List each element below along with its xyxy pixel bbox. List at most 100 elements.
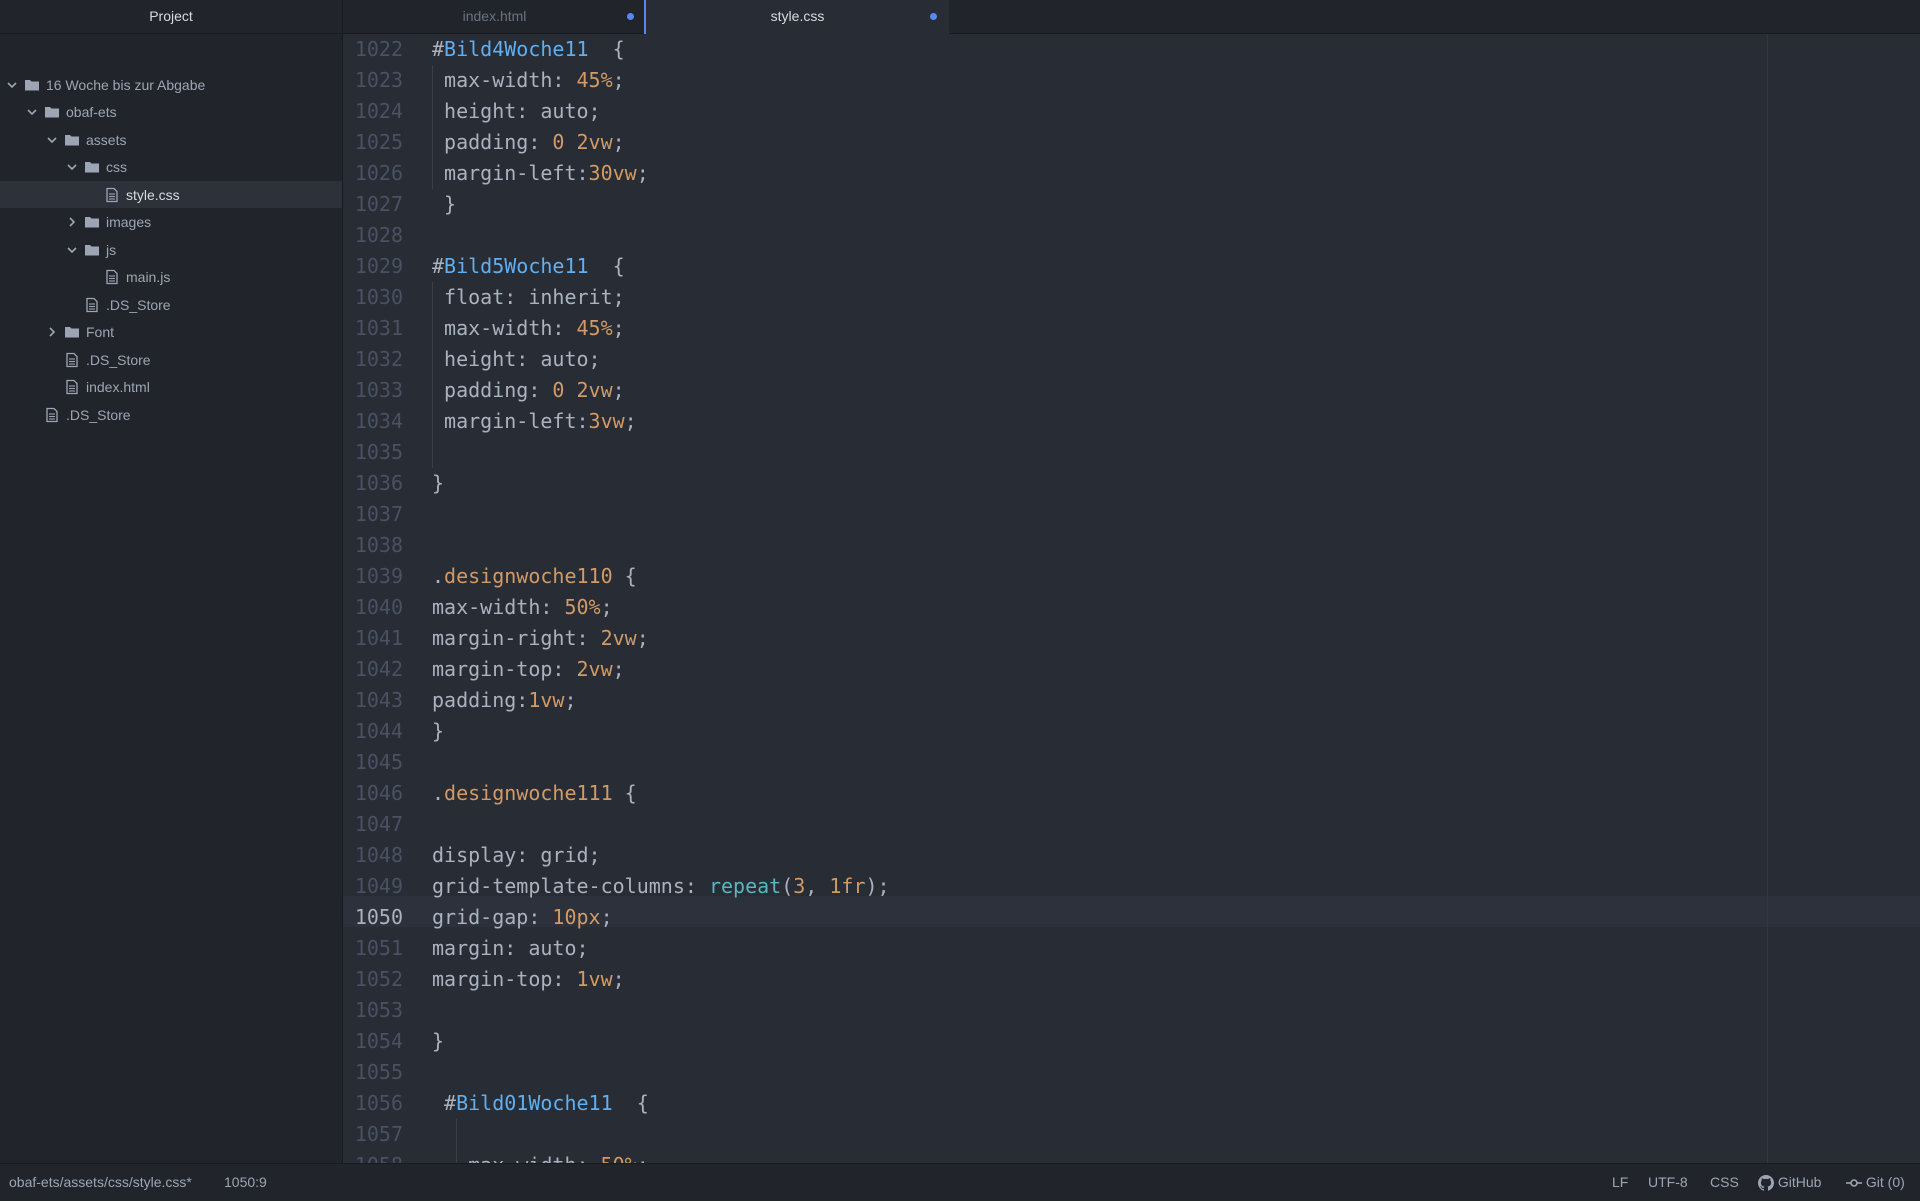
tree-item-label: main.js [126, 269, 171, 285]
code-line[interactable]: 1035 [343, 437, 1920, 468]
tree-item-label: css [106, 159, 127, 175]
code-line[interactable]: 1029 #Bild5Woche11 { [343, 251, 1920, 282]
code-line[interactable]: 1053 [343, 995, 1920, 1026]
tab-index-html[interactable]: index.html [343, 0, 646, 33]
line-number: 1028 [354, 223, 403, 247]
chevron-down-icon[interactable] [64, 242, 80, 258]
code-line[interactable]: 1034 margin-left:3vw; [343, 406, 1920, 437]
github-icon [1758, 1174, 1774, 1191]
code-line[interactable]: 1046 .designwoche111 { [343, 778, 1920, 809]
folder-icon [84, 214, 100, 230]
tree-file[interactable]: .DS_Store [0, 291, 342, 318]
code-line[interactable]: 1042 margin-top: 2vw; [343, 654, 1920, 685]
code-line[interactable]: 1043 padding:1vw; [343, 685, 1920, 716]
code-editor[interactable]: 1022 #Bild4Woche11 {1023 max-width: 45%; 1… [343, 34, 1920, 1163]
code-text: float: inherit; [432, 285, 625, 309]
line-number: 1032 [354, 347, 403, 371]
code-line[interactable]: 1026 margin-left:30vw; [343, 158, 1920, 189]
code-line[interactable]: 1047 [343, 809, 1920, 840]
line-number: 1050 [354, 905, 403, 929]
tree-folder[interactable]: assets [0, 126, 342, 153]
code-line[interactable]: 1030 float: inherit; [343, 282, 1920, 313]
code-line[interactable]: 1044} [343, 716, 1920, 747]
grammar-selector[interactable]: CSS [1710, 1164, 1739, 1201]
code-line[interactable]: 1025 padding: 0 2vw; [343, 127, 1920, 158]
code-line[interactable]: 1049 grid-template-columns: repeat(3, 1fr… [343, 871, 1920, 902]
line-ending-selector[interactable]: LF [1612, 1164, 1628, 1201]
chevron-down-icon[interactable] [64, 159, 80, 175]
code-line[interactable]: 1028 [343, 220, 1920, 251]
tree-file[interactable]: .DS_Store [0, 401, 342, 428]
git-button[interactable]: Git (0) [1846, 1164, 1905, 1201]
code-line[interactable]: 1058 max-width: 50%; [343, 1150, 1920, 1163]
tree-folder[interactable]: Font [0, 319, 342, 346]
code-line[interactable]: 1052 margin-top: 1vw; [343, 964, 1920, 995]
chevron-down-icon[interactable] [4, 77, 20, 93]
code-line[interactable]: 1048 display: grid; [343, 840, 1920, 871]
code-text: margin: auto; [432, 936, 589, 960]
tab-label: index.html [462, 8, 527, 24]
folder-icon [84, 159, 100, 175]
line-number: 1043 [354, 688, 403, 712]
cursor-position[interactable]: 1050:9 [224, 1164, 267, 1201]
code-text: padding: 0 2vw; [432, 378, 625, 402]
code-line[interactable]: 1051 margin: auto; [343, 933, 1920, 964]
tree-folder[interactable]: obaf-ets [0, 99, 342, 126]
tree-folder[interactable]: js [0, 236, 342, 263]
code-line[interactable]: 1055 [343, 1057, 1920, 1088]
tree-file[interactable]: main.js [0, 264, 342, 291]
code-line[interactable]: 1023 max-width: 45%; [343, 65, 1920, 96]
tree-folder[interactable]: 16 Woche bis zur Abgabe [0, 71, 342, 98]
line-number: 1038 [354, 533, 403, 557]
github-button[interactable]: GitHub [1758, 1164, 1821, 1201]
chevron-right-icon[interactable] [64, 214, 80, 230]
file-path-status[interactable]: obaf-ets/assets/css/style.css* [9, 1164, 192, 1201]
line-number: 1042 [354, 657, 403, 681]
code-text: .designwoche111 { [432, 781, 637, 805]
code-text: height: auto; [432, 99, 601, 123]
line-number: 1051 [354, 936, 403, 960]
code-line[interactable]: 1031 max-width: 45%; [343, 313, 1920, 344]
line-number: 1045 [354, 750, 403, 774]
code-line[interactable]: 1033 padding: 0 2vw; [343, 375, 1920, 406]
code-text: margin-left:3vw; [432, 409, 637, 433]
code-line[interactable]: 1027 } [343, 189, 1920, 220]
code-line[interactable]: 1040 max-width: 50%; [343, 592, 1920, 623]
file-icon [104, 269, 120, 285]
code-text: max-width: 45%; [432, 68, 625, 92]
code-line[interactable]: 1041 margin-right: 2vw; [343, 623, 1920, 654]
code-line[interactable]: 1054} [343, 1026, 1920, 1057]
tree-view-panel: Project 16 Woche bis zur Abgabe obaf-ets a… [0, 0, 343, 1163]
code-line[interactable]: 1022 #Bild4Woche11 { [343, 34, 1920, 65]
tree-folder[interactable]: images [0, 209, 342, 236]
encoding-selector[interactable]: UTF-8 [1648, 1164, 1688, 1201]
tree-file[interactable]: style.css [0, 181, 342, 208]
code-line[interactable]: 1036} [343, 468, 1920, 499]
code-text: #Bild5Woche11 { [432, 254, 625, 278]
chevron-right-icon[interactable] [44, 324, 60, 340]
chevron-down-icon[interactable] [24, 104, 40, 120]
tree-item-label: .DS_Store [106, 296, 171, 313]
code-line[interactable]: 1056 #Bild01Woche11 { [343, 1088, 1920, 1119]
github-label: GitHub [1777, 1174, 1822, 1190]
line-number: 1049 [354, 874, 403, 898]
code-line[interactable]: 1032 height: auto; [343, 344, 1920, 375]
code-line[interactable]: 1038 [343, 530, 1920, 561]
code-line[interactable]: 1039 .designwoche110 { [343, 561, 1920, 592]
code-text: margin-right: 2vw; [432, 626, 649, 650]
code-line[interactable]: 1037 [343, 499, 1920, 530]
code-line[interactable]: 1050 grid-gap: 10px; [343, 902, 1920, 933]
tree-folder[interactable]: css [0, 154, 342, 181]
code-line[interactable]: 1045 [343, 747, 1920, 778]
tree-file[interactable]: index.html [0, 374, 342, 401]
chevron-down-icon[interactable] [44, 132, 60, 148]
code-text: .designwoche110 { [432, 564, 637, 588]
code-line[interactable]: 1024 height: auto; [343, 96, 1920, 127]
line-number: 1022 [354, 37, 403, 61]
line-number: 1040 [354, 595, 403, 619]
code-text: margin-top: 2vw; [432, 657, 625, 681]
tree-item-label: 16 Woche bis zur Abgabe [46, 76, 206, 93]
code-line[interactable]: 1057 [343, 1119, 1920, 1150]
tree-file[interactable]: .DS_Store [0, 346, 342, 373]
tab-style-css[interactable]: style.css [644, 0, 949, 34]
